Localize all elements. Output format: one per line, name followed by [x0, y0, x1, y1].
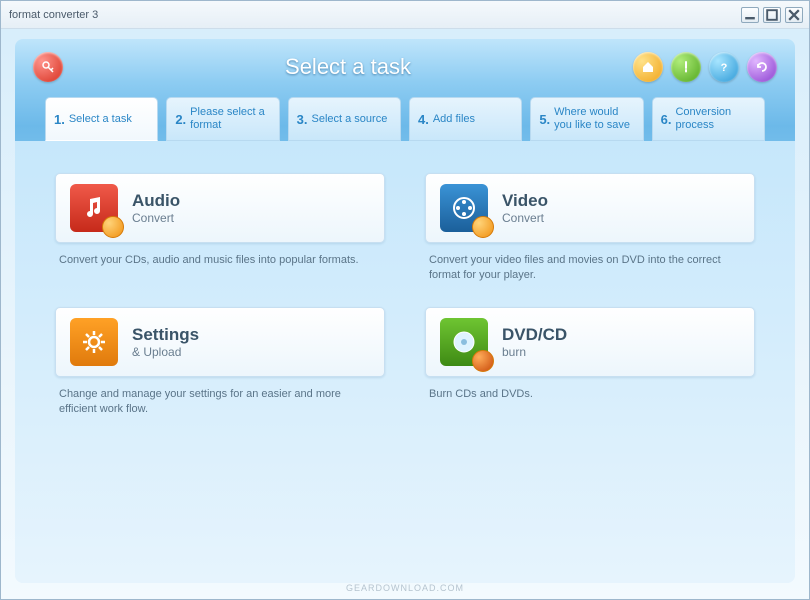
disc-overlay-icon: [102, 216, 124, 238]
task-video[interactable]: Video Convert: [425, 173, 755, 243]
content-area: Select a task ?: [1, 29, 809, 599]
task-description: Burn CDs and DVDs.: [425, 387, 755, 402]
maximize-button[interactable]: [763, 7, 781, 23]
task-text: Audio Convert: [132, 191, 180, 225]
step-label: Where would you like to save: [554, 106, 634, 131]
step-num: 2.: [175, 112, 186, 127]
task-video-block: Video Convert Convert your video files a…: [425, 173, 755, 283]
help-icon: ?: [716, 59, 732, 75]
task-settings-block: Settings & Upload Change and manage your…: [55, 307, 385, 417]
step-2[interactable]: 2. Please select a format: [166, 97, 279, 141]
task-subtitle: Convert: [502, 211, 548, 225]
task-title: DVD/CD: [502, 325, 567, 345]
tasks-grid: Audio Convert Convert your CDs, audio an…: [15, 141, 795, 583]
task-description: Change and manage your settings for an e…: [55, 387, 385, 417]
step-5[interactable]: 5. Where would you like to save: [530, 97, 643, 141]
step-num: 4.: [418, 112, 429, 127]
step-3[interactable]: 3. Select a source: [288, 97, 401, 141]
maximize-icon: [764, 7, 780, 23]
task-dvd[interactable]: DVD/CD burn: [425, 307, 755, 377]
step-label: Select a source: [312, 113, 388, 126]
step-4[interactable]: 4. Add files: [409, 97, 522, 141]
task-subtitle: Convert: [132, 211, 180, 225]
disc-icon: [450, 328, 478, 356]
home-icon: [640, 59, 656, 75]
task-text: Settings & Upload: [132, 325, 199, 359]
close-button[interactable]: [785, 7, 803, 23]
titlebar: format converter 3: [1, 1, 809, 29]
key-icon: [40, 59, 56, 75]
refresh-button[interactable]: [747, 52, 777, 82]
page-title: Select a task: [63, 54, 633, 80]
dvd-icon: [440, 318, 488, 366]
home-button[interactable]: [633, 52, 663, 82]
step-label: Conversion process: [675, 106, 755, 131]
video-icon: [440, 184, 488, 232]
task-subtitle: burn: [502, 345, 567, 359]
task-text: DVD/CD burn: [502, 325, 567, 359]
step-label: Add files: [433, 113, 475, 126]
step-label: Select a task: [69, 113, 132, 126]
step-label: Please select a format: [190, 106, 270, 131]
alert-icon: [678, 59, 694, 75]
task-title: Video: [502, 191, 548, 211]
music-note-icon: [80, 194, 108, 222]
task-description: Convert your CDs, audio and music files …: [55, 253, 385, 268]
gear-icon: [80, 328, 108, 356]
app-window: format converter 3 Select a task: [0, 0, 810, 600]
svg-text:?: ?: [721, 62, 728, 74]
key-button[interactable]: [33, 52, 63, 82]
audio-icon: [70, 184, 118, 232]
main-panel: Select a task ?: [15, 39, 795, 583]
header-icons: ?: [633, 52, 777, 82]
close-icon: [786, 7, 802, 23]
step-num: 1.: [54, 112, 65, 127]
task-audio-block: Audio Convert Convert your CDs, audio an…: [55, 173, 385, 283]
footer-watermark: GEARDOWNLOAD.COM: [15, 583, 795, 599]
flame-overlay-icon: [472, 350, 494, 372]
refresh-icon: [754, 59, 770, 75]
task-subtitle: & Upload: [132, 345, 199, 359]
task-description: Convert your video files and movies on D…: [425, 253, 755, 283]
disc-overlay-icon: [472, 216, 494, 238]
window-title: format converter 3: [7, 9, 741, 21]
alert-button[interactable]: [671, 52, 701, 82]
step-num: 6.: [661, 112, 672, 127]
task-dvd-block: DVD/CD burn Burn CDs and DVDs.: [425, 307, 755, 417]
film-reel-icon: [450, 194, 478, 222]
window-controls: [741, 7, 803, 23]
step-num: 5.: [539, 112, 550, 127]
step-num: 3.: [297, 112, 308, 127]
task-settings[interactable]: Settings & Upload: [55, 307, 385, 377]
step-tabs: 1. Select a task 2. Please select a form…: [15, 97, 795, 141]
task-title: Audio: [132, 191, 180, 211]
task-audio[interactable]: Audio Convert: [55, 173, 385, 243]
step-6[interactable]: 6. Conversion process: [652, 97, 765, 141]
step-1[interactable]: 1. Select a task: [45, 97, 158, 141]
header: Select a task ?: [15, 39, 795, 95]
help-button[interactable]: ?: [709, 52, 739, 82]
minimize-button[interactable]: [741, 7, 759, 23]
settings-icon: [70, 318, 118, 366]
task-title: Settings: [132, 325, 199, 345]
minimize-icon: [742, 7, 758, 23]
task-text: Video Convert: [502, 191, 548, 225]
